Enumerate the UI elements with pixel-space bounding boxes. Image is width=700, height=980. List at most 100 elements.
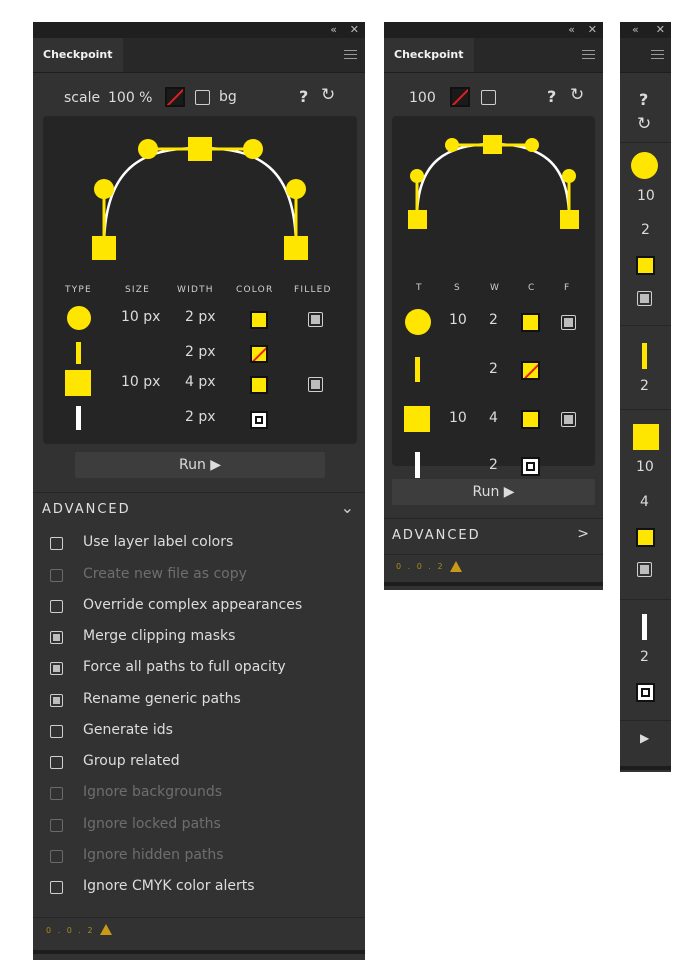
square-icon[interactable] <box>633 424 659 450</box>
width-value[interactable]: 2 px <box>185 309 216 325</box>
option-checkbox[interactable] <box>50 600 63 613</box>
bg-checkbox[interactable] <box>481 90 496 105</box>
advanced-header[interactable]: ADVANCED <box>392 528 481 543</box>
fill-none-swatch[interactable] <box>165 87 185 107</box>
size-value[interactable]: 10 px <box>121 374 160 390</box>
help-icon[interactable]: ? <box>299 87 308 106</box>
panel-titlebar: « ✕ <box>33 22 365 38</box>
collapse-icon[interactable]: « <box>632 23 639 37</box>
handle-circle <box>410 169 424 183</box>
white-bar-icon[interactable] <box>642 614 647 640</box>
close-icon[interactable]: ✕ <box>656 23 665 37</box>
white-bar-icon[interactable] <box>76 406 81 430</box>
handle-circle <box>445 138 459 152</box>
circle-icon[interactable] <box>67 306 91 330</box>
option-checkbox[interactable] <box>50 694 63 707</box>
close-icon[interactable]: ✕ <box>350 23 359 37</box>
color-swatch-none[interactable] <box>250 345 268 363</box>
color-swatch[interactable] <box>250 311 268 329</box>
tab-checkpoint[interactable]: Checkpoint <box>33 38 123 72</box>
color-swatch[interactable] <box>521 313 540 332</box>
option-checkbox[interactable] <box>50 756 63 769</box>
filled-checkbox[interactable] <box>637 562 652 577</box>
color-swatch-white[interactable] <box>521 457 540 476</box>
option-label: Merge clipping masks <box>83 628 236 644</box>
bg-checkbox[interactable] <box>195 90 210 105</box>
resize-grip[interactable] <box>33 950 365 954</box>
panel-menu-icon[interactable] <box>582 50 595 60</box>
refresh-icon[interactable]: ↻ <box>570 85 584 105</box>
white-bar-icon[interactable] <box>415 452 420 478</box>
fill-none-swatch[interactable] <box>450 87 470 107</box>
collapse-icon[interactable]: « <box>330 23 337 37</box>
filled-checkbox[interactable] <box>308 312 323 327</box>
size-value[interactable]: 10 px <box>121 309 160 325</box>
color-swatch-white[interactable] <box>636 683 655 702</box>
handle-circle <box>94 179 114 199</box>
divider <box>33 917 365 918</box>
size-value[interactable]: 10 <box>449 410 467 426</box>
filled-checkbox[interactable] <box>561 315 576 330</box>
color-swatch[interactable] <box>636 528 655 547</box>
chevron-right-icon[interactable]: > <box>577 526 589 542</box>
scale-value[interactable]: 100 % <box>108 90 152 106</box>
panel-menu-icon[interactable] <box>651 50 664 60</box>
size-value[interactable]: 10 <box>637 188 655 204</box>
option-checkbox[interactable] <box>50 662 63 675</box>
square-icon[interactable] <box>65 370 91 396</box>
circle-icon[interactable] <box>631 152 658 179</box>
option-checkbox[interactable] <box>50 537 63 550</box>
run-icon[interactable]: ▶ <box>640 731 649 745</box>
yellow-bar-icon[interactable] <box>642 343 647 369</box>
width-value[interactable]: 2 <box>640 649 649 665</box>
circle-icon[interactable] <box>405 309 431 335</box>
warning-icon[interactable] <box>100 924 112 935</box>
width-value[interactable]: 2 <box>641 222 650 238</box>
width-value[interactable]: 4 <box>640 494 649 510</box>
yellow-bar-icon[interactable] <box>415 357 420 382</box>
option-checkbox[interactable] <box>50 631 63 644</box>
resize-grip[interactable] <box>620 766 671 770</box>
close-icon[interactable]: ✕ <box>588 23 597 37</box>
width-value[interactable]: 2 <box>489 457 498 473</box>
size-value[interactable]: 10 <box>636 459 654 475</box>
yellow-bar-icon[interactable] <box>76 342 81 364</box>
width-value[interactable]: 4 px <box>185 374 216 390</box>
filled-checkbox[interactable] <box>637 291 652 306</box>
filled-checkbox[interactable] <box>561 412 576 427</box>
width-value[interactable]: 2 <box>489 312 498 328</box>
color-swatch[interactable] <box>636 256 655 275</box>
refresh-icon[interactable]: ↻ <box>637 114 651 134</box>
tab-checkpoint[interactable]: Checkpoint <box>384 38 474 72</box>
scale-value[interactable]: 100 <box>409 90 436 106</box>
option-label: Force all paths to full opacity <box>83 659 286 675</box>
option-checkbox[interactable] <box>50 881 63 894</box>
option-checkbox[interactable] <box>50 725 63 738</box>
filled-checkbox[interactable] <box>308 377 323 392</box>
width-value[interactable]: 2 px <box>185 344 216 360</box>
panel-menu-icon[interactable] <box>344 50 357 60</box>
square-icon[interactable] <box>404 406 430 432</box>
color-swatch[interactable] <box>250 376 268 394</box>
col-header-w: W <box>490 283 501 293</box>
color-swatch[interactable] <box>521 410 540 429</box>
warning-icon[interactable] <box>450 561 462 572</box>
run-button[interactable]: Run ▶ <box>75 452 325 478</box>
help-icon[interactable]: ? <box>547 87 556 106</box>
color-swatch-white[interactable] <box>250 411 268 429</box>
checkpoint-panel-large: « ✕ Checkpoint scale 100 % bg ? ↻ TYPE S… <box>33 22 365 960</box>
resize-grip[interactable] <box>384 582 603 586</box>
advanced-header[interactable]: ADVANCED <box>42 502 131 517</box>
collapse-icon[interactable]: « <box>568 23 575 37</box>
help-icon[interactable]: ? <box>639 90 648 109</box>
width-value[interactable]: 2 px <box>185 409 216 425</box>
width-value[interactable]: 2 <box>489 361 498 377</box>
run-button[interactable]: Run ▶ <box>392 479 595 505</box>
refresh-icon[interactable]: ↻ <box>321 85 335 105</box>
size-value[interactable]: 10 <box>449 312 467 328</box>
chevron-down-icon[interactable]: ⌄ <box>341 498 354 517</box>
width-value[interactable]: 4 <box>489 410 498 426</box>
width-value[interactable]: 2 <box>640 378 649 394</box>
option-label: Generate ids <box>83 722 173 738</box>
color-swatch-none[interactable] <box>521 361 540 380</box>
